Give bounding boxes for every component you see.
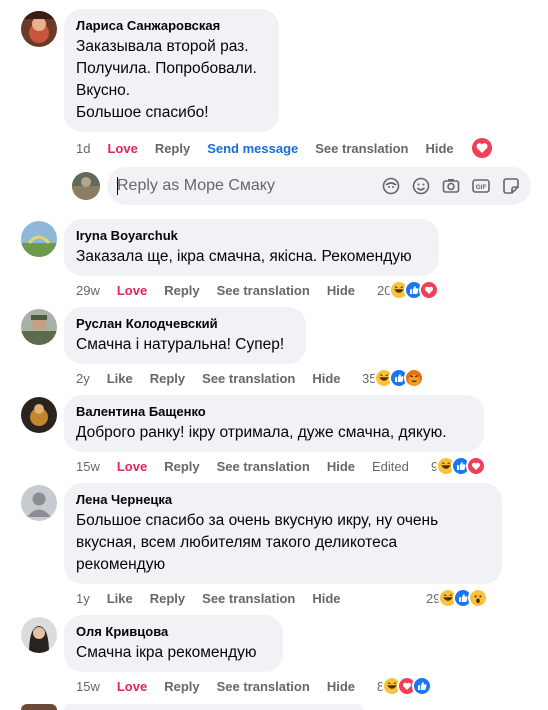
- reaction-summary[interactable]: 9: [431, 455, 487, 477]
- reaction-summary[interactable]: 8: [377, 675, 433, 697]
- reply-button[interactable]: Reply: [164, 459, 199, 474]
- like-button[interactable]: Like: [107, 371, 133, 386]
- sticker-icon[interactable]: [501, 176, 521, 196]
- comment-author[interactable]: Лена Чернецка: [76, 491, 490, 508]
- comment-author[interactable]: Iryna Boyarchuk: [76, 227, 427, 244]
- avatar[interactable]: [21, 11, 57, 47]
- next-comment-avatar-edge: [21, 704, 57, 710]
- comment-text: Доброго ранку! ікру отримала, дуже смачн…: [76, 424, 447, 441]
- love-button[interactable]: Love: [117, 283, 147, 298]
- see-translation-button[interactable]: See translation: [315, 141, 408, 156]
- comment-author[interactable]: Лариса Санжаровская: [76, 17, 267, 34]
- reply-button[interactable]: Reply: [164, 679, 199, 694]
- see-translation-button[interactable]: See translation: [217, 283, 310, 298]
- hide-button[interactable]: Hide: [327, 679, 355, 694]
- comment-bubble: Лариса Санжаровская Заказывала второй ра…: [64, 9, 279, 132]
- love-reaction-icon: [466, 456, 487, 476]
- comment-bubble: Оля Кривцова Смачна ікра рекомендую: [64, 615, 283, 672]
- timestamp[interactable]: 15w: [76, 679, 100, 694]
- reaction-summary[interactable]: 29: [426, 587, 489, 609]
- comment-bubble: Iryna Boyarchuk Заказала ще, ікра смачна…: [64, 219, 439, 276]
- edited-label: Edited: [371, 458, 409, 474]
- comment-actions: 15w Love Reply See translation Hide: [76, 676, 372, 696]
- comment-author[interactable]: Оля Кривцова: [76, 623, 271, 640]
- reaction-summary[interactable]: 20: [377, 279, 440, 301]
- avatar-sticker-icon[interactable]: [381, 176, 401, 196]
- comment-actions: 29w Love Reply See translation Hide: [76, 280, 372, 300]
- reply-button[interactable]: Reply: [150, 591, 185, 606]
- like-reaction-icon: [412, 676, 433, 696]
- reply-button[interactable]: Reply: [164, 283, 199, 298]
- love-reaction-icon: [419, 280, 440, 300]
- comment-actions: 2y Like Reply See translation Hide: [76, 368, 358, 388]
- svg-text:GIF: GIF: [476, 184, 487, 191]
- timestamp[interactable]: 15w: [76, 459, 100, 474]
- timestamp[interactable]: 1y: [76, 591, 90, 606]
- comment-text: Заказала ще, ікра смачна, якісна. Рекоме…: [76, 248, 412, 265]
- see-translation-button[interactable]: See translation: [217, 679, 310, 694]
- comment-bubble: Руслан Колодчевский Смачна і натуральна!…: [64, 307, 306, 364]
- see-translation-button[interactable]: See translation: [202, 591, 295, 606]
- avatar[interactable]: [21, 617, 57, 653]
- reply-button[interactable]: Reply: [155, 141, 190, 156]
- love-reaction-icon[interactable]: [471, 137, 493, 159]
- reply-input[interactable]: [117, 167, 367, 205]
- hide-button[interactable]: Hide: [327, 459, 355, 474]
- avatar[interactable]: [21, 397, 57, 433]
- love-button[interactable]: Love: [117, 679, 147, 694]
- love-button[interactable]: Love: [107, 141, 137, 156]
- see-translation-button[interactable]: See translation: [217, 459, 310, 474]
- send-message-button[interactable]: Send message: [207, 141, 298, 156]
- reply-button[interactable]: Reply: [150, 371, 185, 386]
- wow-reaction-icon: [468, 588, 489, 608]
- comment-actions: 1d Love Reply Send message See translati…: [76, 138, 471, 158]
- comment-text: Большое спасибо за очень вкусную икру, н…: [76, 512, 439, 573]
- comment-text: Смачна і натуральна! Супер!: [76, 336, 285, 353]
- timestamp[interactable]: 2y: [76, 371, 90, 386]
- hide-button[interactable]: Hide: [327, 283, 355, 298]
- hide-button[interactable]: Hide: [425, 141, 453, 156]
- comment-author[interactable]: Валентина Бащенко: [76, 403, 472, 420]
- gif-icon[interactable]: GIF: [471, 176, 491, 196]
- comment-text: Смачна ікра рекомендую: [76, 644, 257, 661]
- see-translation-button[interactable]: See translation: [202, 371, 295, 386]
- comment-bubble: Валентина Бащенко Доброго ранку! ікру от…: [64, 395, 484, 452]
- avatar[interactable]: [21, 309, 57, 345]
- timestamp[interactable]: 29w: [76, 283, 100, 298]
- comment-author[interactable]: Руслан Колодчевский: [76, 315, 294, 332]
- timestamp[interactable]: 1d: [76, 141, 90, 156]
- avatar[interactable]: [21, 485, 57, 521]
- page-avatar: [72, 172, 100, 200]
- comment-actions: 15w Love Reply See translation Hide Edit…: [76, 456, 426, 476]
- comment-bubble: Лена Чернецка Большое спасибо за очень в…: [64, 483, 502, 584]
- hide-button[interactable]: Hide: [312, 591, 340, 606]
- reply-tools: GIF: [371, 176, 521, 196]
- emoji-icon[interactable]: [411, 176, 431, 196]
- reaction-summary[interactable]: 35: [362, 367, 425, 389]
- reply-box: GIF: [107, 167, 531, 205]
- comment-text: Заказывала второй раз. Получила. Попробо…: [76, 38, 257, 121]
- hide-button[interactable]: Hide: [312, 371, 340, 386]
- love-button[interactable]: Love: [117, 459, 147, 474]
- angry-reaction-icon: [404, 368, 425, 388]
- next-comment-bubble-edge: [64, 704, 364, 710]
- avatar[interactable]: [21, 221, 57, 257]
- comment-actions: 1y Like Reply See translation Hide: [76, 588, 358, 608]
- camera-icon[interactable]: [441, 176, 461, 196]
- like-button[interactable]: Like: [107, 591, 133, 606]
